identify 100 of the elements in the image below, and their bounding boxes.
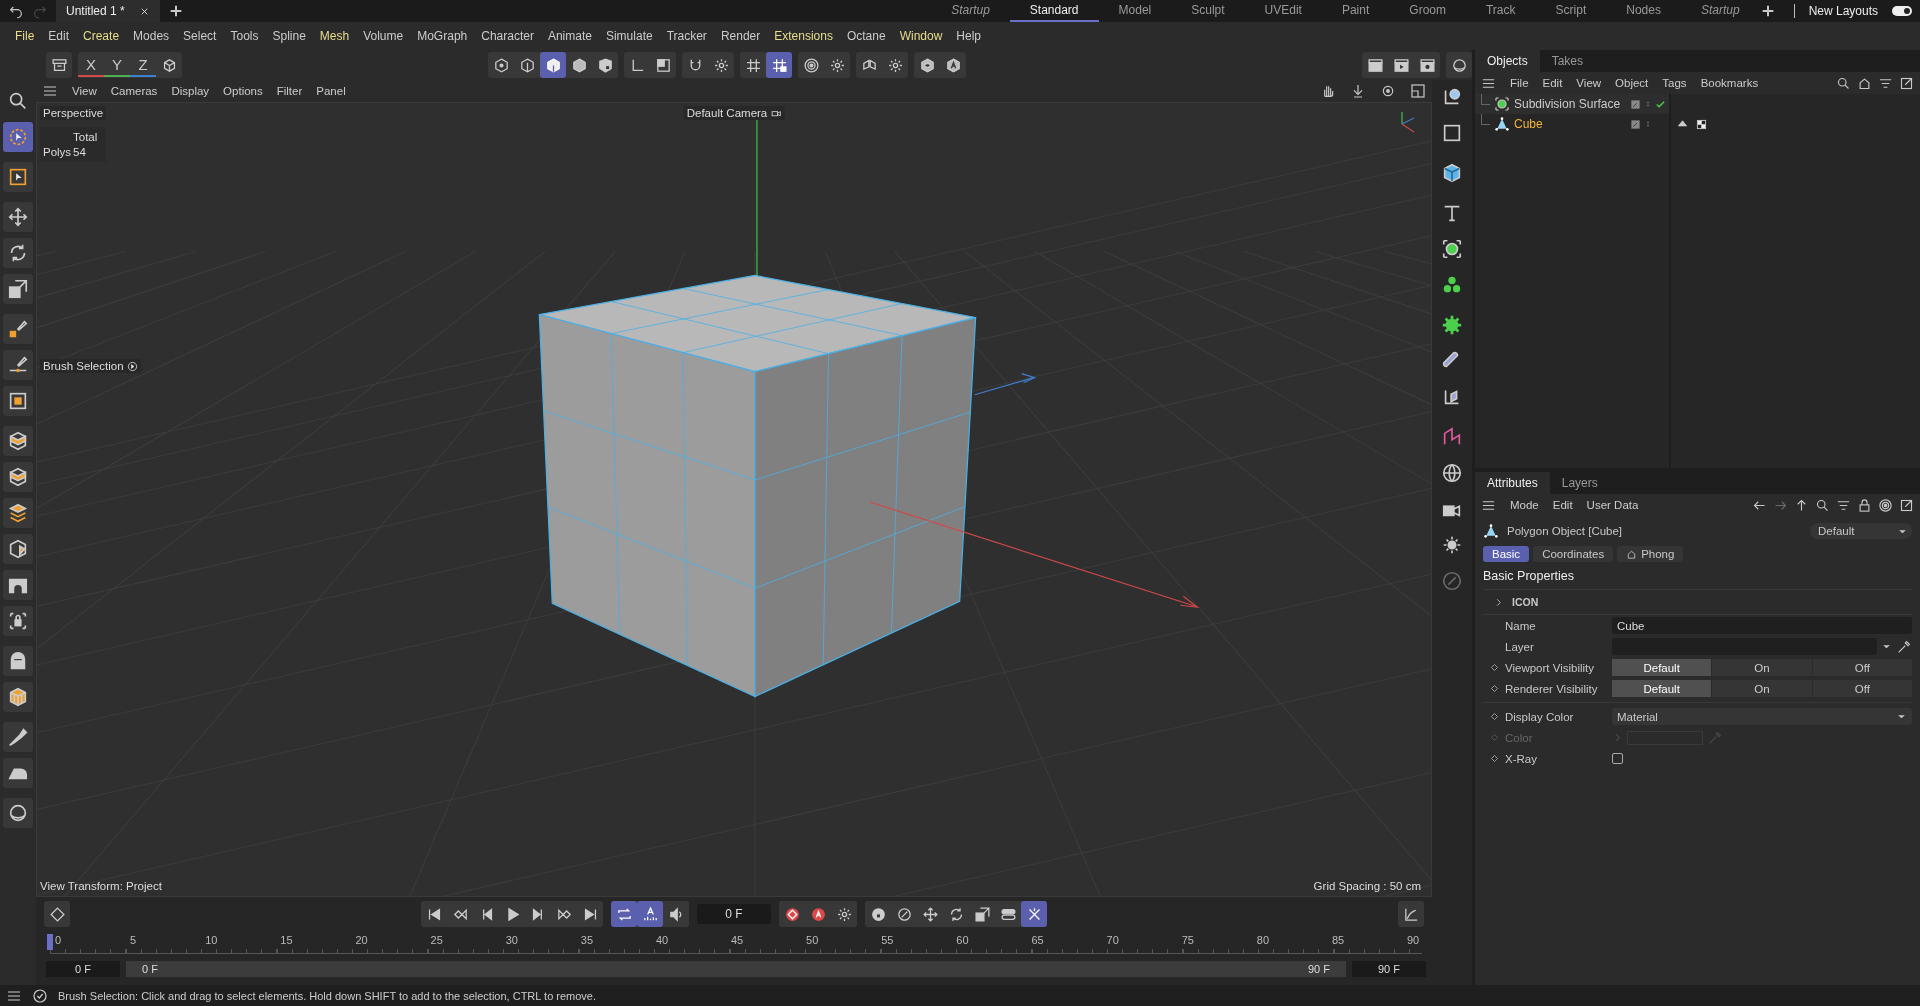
menu-item[interactable]: File xyxy=(8,29,42,43)
field-label: Renderer Visibility xyxy=(1505,682,1599,695)
field-label: Name xyxy=(1505,619,1537,632)
attribute-tab[interactable]: Basic xyxy=(1483,546,1530,562)
frame-tick-label: 5 xyxy=(130,934,137,947)
new-layouts-label: New Layouts xyxy=(1808,4,1878,18)
camera-label[interactable]: Perspective xyxy=(40,106,107,120)
frame-tick-label: 0 xyxy=(55,934,62,947)
group-title[interactable]: ICON xyxy=(1512,596,1539,608)
layout-tab[interactable]: Sculpt xyxy=(1171,0,1245,22)
viewport-menu-item[interactable]: Display xyxy=(171,85,210,97)
display-color-dropdown[interactable]: Material xyxy=(1612,708,1912,725)
menu-item[interactable]: Octane xyxy=(839,29,893,43)
menu-item[interactable]: Help xyxy=(949,29,988,43)
frame-tick-label: 80 xyxy=(1256,934,1269,947)
viewport-menu-item[interactable]: Panel xyxy=(316,85,346,97)
end-frame-field[interactable]: 90 F xyxy=(1352,961,1426,977)
name-field[interactable]: Cube xyxy=(1612,617,1912,634)
menu-item[interactable]: Create xyxy=(76,29,127,43)
frame-tick-label: 90 xyxy=(1407,934,1420,947)
panel-menu-item[interactable]: User Data xyxy=(1586,499,1639,511)
menu-item[interactable]: Mesh xyxy=(312,29,357,43)
frame-tick-label: 50 xyxy=(806,934,819,947)
panel-menu-item[interactable]: Mode xyxy=(1510,499,1539,511)
menu-item[interactable]: Window xyxy=(892,29,950,43)
range-slider[interactable]: 0 F 90 F xyxy=(126,961,1346,977)
viewport-menu-item[interactable]: Cameras xyxy=(110,85,158,97)
axis-toggle[interactable]: X xyxy=(78,53,104,77)
layout-tab[interactable]: UVEdit xyxy=(1244,0,1322,22)
menu-item[interactable]: Animate xyxy=(540,29,599,43)
panel-tab[interactable]: Objects xyxy=(1475,50,1540,72)
layout-tab[interactable]: Model xyxy=(1098,0,1172,22)
preset-dropdown[interactable]: Default xyxy=(1810,523,1912,539)
layout-tab[interactable]: Startup xyxy=(1680,0,1760,22)
menu-item[interactable]: Volume xyxy=(356,29,411,43)
menu-item[interactable]: Render xyxy=(713,29,768,43)
field-label: Display Color xyxy=(1505,710,1575,723)
viewport-menu-item[interactable]: Options xyxy=(223,85,263,97)
segment-button[interactable]: On xyxy=(1712,680,1812,697)
panel-menu-item[interactable]: Bookmarks xyxy=(1700,77,1759,89)
panel-menu-item[interactable]: File xyxy=(1510,77,1529,89)
start-frame-field[interactable]: 0 F xyxy=(46,961,120,977)
frame-tick-label: 25 xyxy=(430,934,443,947)
panel-menu-item[interactable]: Tags xyxy=(1662,77,1687,89)
viewport-menu-item[interactable]: Filter xyxy=(276,85,303,97)
viewport-menu-item[interactable]: View xyxy=(72,85,97,97)
segment-button[interactable]: On xyxy=(1712,659,1812,676)
segment-button[interactable]: Default xyxy=(1612,659,1712,676)
panel-menu-item[interactable]: View xyxy=(1576,77,1602,89)
field-label: X-Ray xyxy=(1505,752,1538,765)
status-message: Brush Selection: Click and drag to select elements. Hold down SHIFT to add to the selection, CTRL to remove. xyxy=(58,989,597,1002)
panel-menu-item[interactable]: Object xyxy=(1615,77,1649,89)
object-name[interactable]: Cube xyxy=(1514,117,1543,131)
segment-button[interactable]: Off xyxy=(1812,659,1912,676)
current-frame-field[interactable]: 0 F xyxy=(697,904,771,924)
menu-item[interactable]: Modes xyxy=(126,29,177,43)
document-tab[interactable]: Untitled 1 * xyxy=(56,0,160,22)
timeline-ruler[interactable]: 0 5 10 15 20 25 30 35 40 45 50 55 60 65 70 75 80 85 90 xyxy=(50,931,1422,954)
frame-tick-label: 45 xyxy=(731,934,744,947)
field-label: Layer xyxy=(1505,640,1535,653)
stats-label: Polys xyxy=(43,146,73,158)
frame-tick-label: 70 xyxy=(1106,934,1119,947)
view-transform-label: View Transform: Project xyxy=(40,880,162,892)
frame-tick-label: 20 xyxy=(355,934,368,947)
menu-item[interactable]: Edit xyxy=(41,29,77,43)
menu-item[interactable]: Character xyxy=(474,29,541,43)
menu-item[interactable]: Extensions xyxy=(767,29,840,43)
tool-label: Brush Selection xyxy=(43,360,124,372)
field-label: Viewport Visibility xyxy=(1505,661,1596,674)
segment-button[interactable]: Off xyxy=(1812,680,1912,697)
panel-menu-item[interactable]: Edit xyxy=(1552,499,1573,511)
field-label: Color xyxy=(1505,731,1534,744)
frame-tick-label: 40 xyxy=(655,934,669,947)
menu-item[interactable]: Simulate xyxy=(598,29,660,43)
panel-tab[interactable]: Layers xyxy=(1549,472,1610,494)
frame-tick-label: 60 xyxy=(956,934,969,947)
frame-tick-label: 65 xyxy=(1031,934,1044,947)
menu-item[interactable]: Tracker xyxy=(659,29,714,43)
segment-button[interactable]: Default xyxy=(1612,680,1712,697)
menu-item[interactable]: MoGraph xyxy=(410,29,475,43)
layout-tab[interactable]: Paint xyxy=(1321,0,1390,22)
frame-tick-label: 75 xyxy=(1181,934,1194,947)
attribute-tab[interactable]: Phong xyxy=(1617,546,1684,562)
attribute-tab[interactable]: Coordinates xyxy=(1533,546,1614,562)
menu-item[interactable]: Select xyxy=(176,29,224,43)
frame-tick-label: 15 xyxy=(280,934,293,947)
panel-tab[interactable]: Attributes xyxy=(1475,472,1550,494)
panel-tab[interactable]: Takes xyxy=(1539,50,1596,72)
menu-item[interactable]: Tools xyxy=(223,29,266,43)
grid-spacing-label: Grid Spacing : 50 cm xyxy=(1313,880,1421,892)
layout-tab[interactable]: Track xyxy=(1466,0,1536,22)
layout-tab[interactable]: Script xyxy=(1535,0,1607,22)
layout-tab[interactable]: Nodes xyxy=(1606,0,1681,22)
menu-item[interactable]: Spline xyxy=(265,29,313,43)
layout-tab[interactable]: Startup xyxy=(931,0,1010,22)
frame-tick-label: 10 xyxy=(205,934,218,947)
stats-header: Total xyxy=(73,131,99,143)
panel-menu-item[interactable]: Edit xyxy=(1542,77,1563,89)
frame-tick-label: 35 xyxy=(580,934,593,947)
layout-tab[interactable]: Groom xyxy=(1389,0,1466,22)
